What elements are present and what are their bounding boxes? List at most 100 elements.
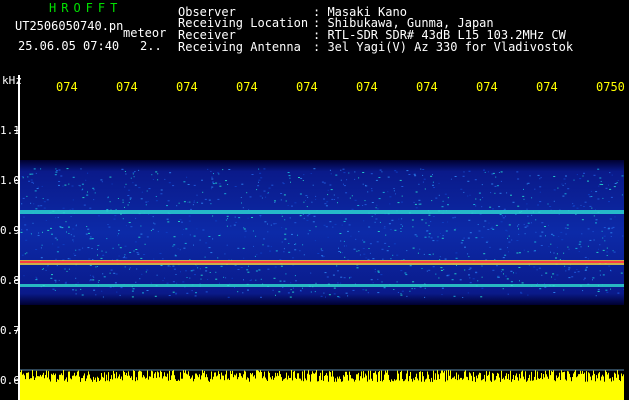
noise-dot [558, 236, 560, 237]
amplitude-bar [362, 378, 363, 400]
noise-dot [273, 277, 276, 279]
noise-dot [382, 258, 384, 260]
amplitude-bar [286, 372, 287, 400]
noise-dot [47, 266, 49, 268]
amplitude-bar [82, 378, 83, 400]
amplitude-bar [486, 371, 487, 400]
noise-dot [159, 253, 162, 254]
noise-dot [503, 273, 504, 275]
noise-dot [314, 291, 316, 293]
amplitude-bar [293, 371, 294, 400]
amplitude-bar [591, 380, 592, 400]
noise-dot [172, 185, 175, 187]
y-tick-mark [14, 130, 20, 131]
noise-dot [467, 180, 470, 182]
noise-dot [409, 290, 411, 292]
noise-dot [227, 296, 230, 298]
noise-dot [317, 253, 320, 254]
amplitude-bar [415, 376, 416, 400]
noise-dot [83, 204, 86, 206]
noise-dot [589, 205, 592, 207]
noise-dot [550, 251, 551, 253]
noise-dot [128, 222, 131, 223]
noise-dot [368, 248, 370, 249]
noise-dot [135, 281, 137, 283]
amplitude-bar [428, 374, 429, 400]
noise-dot [401, 218, 403, 220]
noise-dot [228, 169, 231, 170]
noise-dot [34, 190, 37, 192]
amplitude-bar [241, 376, 242, 400]
noise-dot [251, 217, 253, 218]
noise-dot [439, 256, 441, 258]
amplitude-bar [200, 379, 201, 400]
amplitude-bar [34, 380, 35, 400]
noise-dot [280, 265, 283, 267]
noise-dot [377, 271, 380, 273]
noise-dot [197, 267, 199, 269]
noise-dot [281, 215, 283, 217]
noise-dot [115, 273, 118, 275]
noise-dot [482, 197, 484, 199]
amplitude-bar [595, 381, 596, 400]
amplitude-bar [223, 375, 224, 400]
noise-dot [111, 183, 113, 185]
noise-dot [64, 268, 66, 270]
amplitude-bar [599, 372, 600, 400]
noise-dot [199, 268, 201, 270]
amplitude-bar [114, 373, 115, 400]
noise-dot [73, 253, 75, 255]
amplitude-bar [363, 371, 364, 400]
noise-dot [520, 292, 523, 294]
amplitude-bar [190, 378, 191, 400]
amplitude-bar [220, 379, 221, 400]
noise-dot [323, 292, 325, 294]
noise-dot [74, 254, 77, 256]
noise-dot [562, 184, 564, 186]
noise-dot [298, 177, 300, 178]
amplitude-bar [462, 379, 463, 400]
count-label: 2.. [140, 39, 162, 53]
noise-dot [523, 198, 525, 200]
noise-dot [468, 269, 471, 270]
noise-dot [31, 173, 34, 175]
amplitude-bar [339, 376, 340, 400]
noise-dot [491, 183, 494, 185]
noise-dot [610, 236, 612, 237]
noise-dot [338, 251, 341, 252]
noise-dot [264, 221, 267, 223]
noise-dot [240, 197, 242, 198]
amplitude-bar [422, 371, 423, 400]
amplitude-bar [277, 373, 278, 400]
noise-dot [614, 216, 616, 218]
amplitude-bar [62, 375, 63, 400]
noise-dot [414, 175, 417, 177]
noise-dot [237, 269, 240, 270]
noise-dot [368, 226, 371, 228]
noise-dot [176, 205, 178, 207]
amplitude-bar [618, 374, 619, 400]
noise-dot [172, 265, 175, 267]
amplitude-bar [167, 373, 168, 400]
amplitude-bar [418, 380, 419, 400]
noise-dot [246, 192, 248, 194]
noise-dot [513, 272, 514, 274]
amplitude-bar [308, 370, 309, 400]
noise-dot [23, 275, 25, 277]
noise-dot [329, 184, 332, 186]
amplitude-bar [555, 381, 556, 400]
amplitude-bar [145, 378, 146, 400]
amplitude-bar [185, 370, 186, 400]
amplitude-bar [527, 380, 528, 400]
amplitude-bar [565, 379, 566, 400]
noise-dot [38, 235, 40, 236]
noise-dot [480, 296, 483, 298]
noise-dot [240, 267, 243, 268]
amplitude-bar [279, 371, 280, 400]
noise-dot [516, 252, 519, 254]
noise-dot [323, 182, 326, 184]
noise-dot [152, 179, 154, 180]
noise-dot [340, 169, 342, 171]
noise-dot [154, 295, 157, 297]
spectrogram-image [20, 160, 624, 305]
